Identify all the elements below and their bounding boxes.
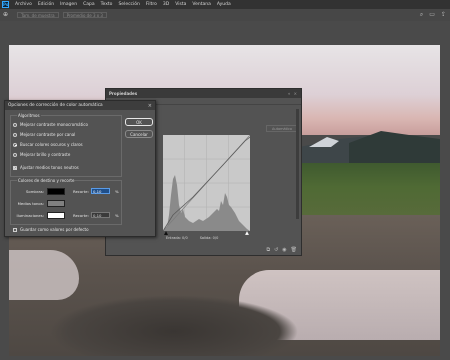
option-label: Buscar colores oscuros y claros xyxy=(20,142,83,147)
photo-puddle-left xyxy=(9,250,79,300)
highlights-unit: % xyxy=(115,213,119,218)
option-label: Ajustar medios tonos neutros xyxy=(20,165,79,170)
option-label: Mejorar brillo y contraste xyxy=(20,152,71,157)
menu-item-imagen[interactable]: Imagen xyxy=(57,2,80,7)
visibility-icon[interactable]: ◉ xyxy=(282,247,286,253)
panel-controls[interactable]: « × xyxy=(288,91,298,96)
shadows-unit: % xyxy=(115,189,119,194)
target-row-midtones: Medios tonos: xyxy=(11,200,123,208)
shadows-clip-label: Recorte: xyxy=(73,189,89,194)
menu-item-capa[interactable]: Capa xyxy=(80,2,98,7)
highlights-label: Iluminaciones: xyxy=(16,213,44,218)
curves-graph xyxy=(163,135,250,231)
radio-monochromatic[interactable] xyxy=(13,122,17,127)
ok-button[interactable]: OK xyxy=(125,118,153,126)
highlights-swatch[interactable] xyxy=(47,212,65,219)
radio-brightness[interactable] xyxy=(13,152,17,157)
targets-title: Colores de destino y recorte xyxy=(17,178,76,183)
menu-bar: Ps Archivo Edición Imagen Capa Texto Sel… xyxy=(0,0,450,9)
snap-neutral-midtones[interactable]: ✓ Ajustar medios tonos neutros xyxy=(13,165,79,170)
menu-item-filtro[interactable]: Filtro xyxy=(143,2,160,7)
target-colors-group: Sombras: Recorte: 0,10 % Medios tonos: I… xyxy=(10,180,122,225)
output-label: Salida: 0/0 xyxy=(199,236,219,240)
option-monochromatic-contrast[interactable]: Mejorar contraste monocromático xyxy=(13,122,88,127)
radio-per-channel[interactable] xyxy=(13,132,17,137)
properties-title: Propiedades xyxy=(109,91,138,96)
properties-header: Propiedades « × xyxy=(106,89,301,98)
shadows-swatch[interactable] xyxy=(47,188,65,195)
dialog-header: Opciones de corrección de color automáti… xyxy=(5,101,155,110)
share-icon[interactable]: ⇪ xyxy=(441,11,446,19)
auto-color-correction-dialog: Opciones de corrección de color automáti… xyxy=(4,100,156,237)
algorithms-title: Algoritmos xyxy=(17,113,41,118)
target-row-shadows: Sombras: Recorte: 0,10 % xyxy=(11,188,123,196)
snap-neutral-checkbox[interactable]: ✓ xyxy=(13,165,17,170)
black-white-points[interactable] xyxy=(163,231,250,235)
midtones-swatch[interactable] xyxy=(47,200,65,207)
app-logo[interactable]: Ps xyxy=(2,1,9,8)
dialog-title: Opciones de corrección de color automáti… xyxy=(8,103,103,108)
option-brightness-contrast[interactable]: Mejorar brillo y contraste xyxy=(13,152,70,157)
option-label: Mejorar contraste monocromático xyxy=(20,122,88,127)
clip-to-layer-icon[interactable]: ⧉ xyxy=(266,247,270,253)
input-label: Entrada: 0/0 xyxy=(166,236,188,240)
menu-item-ayuda[interactable]: Ayuda xyxy=(214,2,234,7)
menu-item-texto[interactable]: Texto xyxy=(98,2,116,7)
eyedropper-tool-icon[interactable]: ⊕ xyxy=(3,11,13,19)
photoshop-window: Ps Archivo Edición Imagen Capa Texto Sel… xyxy=(0,0,450,360)
target-row-highlights: Iluminaciones: Recorte: 0,10 % xyxy=(11,212,123,220)
options-bar: ⊕ Tam. de muestra Promedio de 3 x 3 ⌕ ▭ … xyxy=(0,9,450,21)
shadows-label: Sombras: xyxy=(26,189,44,194)
properties-scrollbar[interactable] xyxy=(296,109,299,219)
highlights-clip-label: Recorte: xyxy=(73,213,89,218)
reset-icon[interactable]: ↺ xyxy=(274,247,278,253)
shadows-clip-input[interactable]: 0,10 xyxy=(91,188,110,194)
photo-rocks xyxy=(49,295,299,356)
menu-item-edicion[interactable]: Edición xyxy=(35,2,57,7)
search-icon[interactable]: ⌕ xyxy=(420,11,423,19)
sample-average-select[interactable]: Promedio de 3 x 3 xyxy=(62,12,107,18)
option-dark-light-colors[interactable]: Buscar colores oscuros y claros xyxy=(13,142,83,147)
save-as-defaults[interactable]: Guardar como valores por defecto xyxy=(13,227,89,232)
close-icon[interactable]: × xyxy=(148,103,152,109)
radio-dark-light[interactable] xyxy=(13,142,17,147)
option-label: Mejorar contraste por canal xyxy=(20,132,76,137)
option-per-channel-contrast[interactable]: Mejorar contraste por canal xyxy=(13,132,75,137)
auto-button[interactable]: Automático xyxy=(266,125,298,132)
save-defaults-label: Guardar como valores por defecto xyxy=(20,227,89,232)
cancel-button[interactable]: Cancelar xyxy=(125,130,153,138)
properties-footer: ⧉ ↺ ◉ 🗑 xyxy=(106,245,301,255)
menu-item-vista[interactable]: Vista xyxy=(172,2,189,7)
menu-item-ventana[interactable]: Ventana xyxy=(189,2,213,7)
menu-item-3d[interactable]: 3D xyxy=(160,2,172,7)
workspace-icon[interactable]: ▭ xyxy=(429,11,435,19)
midtones-label: Medios tonos: xyxy=(17,201,44,206)
workspace-controls: ⌕ ▭ ⇪ xyxy=(420,11,446,19)
menu-item-seleccion[interactable]: Selección xyxy=(115,2,142,7)
curves-histogram[interactable] xyxy=(163,135,250,231)
input-output-readout: Entrada: 0/0 Salida: 0/0 xyxy=(166,236,266,240)
highlights-clip-input[interactable]: 0,10 xyxy=(91,212,110,218)
trash-icon[interactable]: 🗑 xyxy=(291,247,297,253)
save-defaults-checkbox[interactable] xyxy=(13,227,17,232)
sample-size-select[interactable]: Tam. de muestra xyxy=(17,12,59,18)
menu-item-archivo[interactable]: Archivo xyxy=(12,2,35,7)
